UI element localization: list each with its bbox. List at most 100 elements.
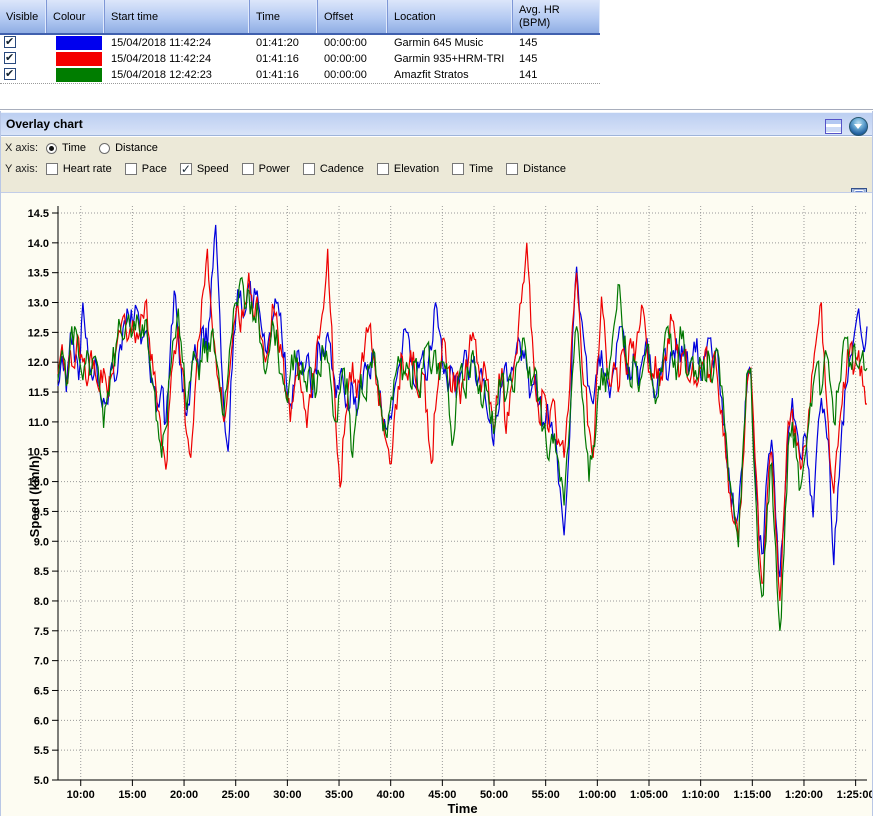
x-tick-label: 40:00 — [377, 789, 405, 801]
y-tick-label: 7.0 — [34, 656, 49, 668]
y-tick-label: 14.5 — [28, 208, 49, 220]
x-tick-label: 20:00 — [170, 789, 198, 801]
axis-controls: X axis: Time Distance Y axis: Heart rate… — [1, 137, 872, 192]
y-axis-option-heart-rate[interactable]: Heart rate — [46, 163, 112, 175]
x-tick-label: 50:00 — [480, 789, 508, 801]
x-tick-label: 1:00:00 — [578, 789, 616, 801]
y-tick-label: 6.5 — [34, 685, 49, 697]
cell-start-time: 15/04/2018 12:42:23 — [105, 68, 250, 82]
checkbox[interactable] — [303, 163, 315, 175]
column-header-location[interactable]: Location — [388, 0, 513, 33]
x-tick-label: 1:05:00 — [630, 789, 668, 801]
x-tick-label: 15:00 — [118, 789, 146, 801]
x-axis-row: X axis: Time Distance — [5, 142, 171, 154]
column-header-visible[interactable]: Visible — [0, 0, 47, 33]
cell-start-time: 15/04/2018 11:42:24 — [105, 36, 250, 50]
cell-time: 01:41:16 — [250, 68, 318, 82]
colour-swatch[interactable] — [56, 52, 102, 66]
colour-swatch[interactable] — [56, 36, 102, 50]
column-header-start-time[interactable]: Start time — [105, 0, 250, 33]
y-axis-option-pace[interactable]: Pace — [125, 163, 167, 175]
radio-button[interactable] — [46, 143, 57, 154]
x-tick-label: 1:25:00 — [837, 789, 872, 801]
y-tick-label: 6.0 — [34, 715, 49, 727]
column-header-avg-hr[interactable]: Avg. HR(BPM) — [513, 0, 600, 33]
table-header: Visible Colour Start time Time Offset Lo… — [0, 0, 600, 35]
overlay-chart-panel: Overlay chart X axis: Time Distance Y ax… — [0, 111, 873, 816]
column-header-colour[interactable]: Colour — [47, 0, 105, 33]
y-axis-title: Speed (km/h) — [27, 456, 42, 538]
radio-button[interactable] — [99, 143, 110, 154]
y-tick-label: 7.5 — [34, 626, 49, 638]
x-axis-option-distance[interactable]: Distance — [99, 142, 158, 154]
column-header-offset[interactable]: Offset — [318, 0, 388, 33]
x-tick-label: 1:10:00 — [682, 789, 720, 801]
x-axis-label: X axis: — [5, 142, 38, 154]
section-divider — [0, 109, 873, 110]
y-axis-option-elevation[interactable]: Elevation — [377, 163, 439, 175]
checkbox[interactable] — [242, 163, 254, 175]
cell-offset: 00:00:00 — [318, 52, 388, 66]
x-tick-label: 1:15:00 — [733, 789, 771, 801]
y-tick-label: 8.5 — [34, 566, 49, 578]
checkbox[interactable] — [46, 163, 58, 175]
x-tick-label: 25:00 — [222, 789, 250, 801]
table-row[interactable]: 15/04/2018 11:42:24 01:41:20 00:00:00 Ga… — [0, 35, 600, 52]
table-row[interactable]: 15/04/2018 12:42:23 01:41:16 00:00:00 Am… — [0, 67, 600, 84]
x-axis-title: Time — [447, 801, 477, 816]
y-tick-label: 13.5 — [28, 268, 49, 280]
y-tick-label: 11.5 — [28, 387, 49, 399]
checkbox[interactable] — [377, 163, 389, 175]
y-tick-label: 5.0 — [34, 775, 49, 787]
window-layout-icon[interactable] — [825, 119, 842, 134]
y-tick-label: 13.0 — [28, 298, 49, 310]
checkbox[interactable] — [452, 163, 464, 175]
cell-time: 01:41:16 — [250, 52, 318, 66]
collapse-panel-button[interactable] — [849, 117, 868, 136]
colour-swatch[interactable] — [56, 68, 102, 82]
checkbox[interactable] — [125, 163, 137, 175]
visible-checkbox[interactable] — [4, 68, 16, 80]
y-tick-label: 12.5 — [28, 327, 49, 339]
y-axis-row: Y axis: Heart rate Pace Speed Power Cade… — [5, 163, 579, 175]
table-row[interactable]: 15/04/2018 11:42:24 01:41:16 00:00:00 Ga… — [0, 51, 600, 68]
visible-checkbox[interactable] — [4, 36, 16, 48]
overlay-chart-titlebar: Overlay chart — [1, 112, 872, 136]
overlay-chart-canvas[interactable]: 5.05.56.06.57.07.58.08.59.09.510.010.511… — [1, 192, 872, 816]
y-axis-option-time[interactable]: Time — [452, 163, 493, 175]
checkbox[interactable] — [506, 163, 518, 175]
cell-location: Garmin 935+HRM-TRI — [388, 52, 513, 66]
checkbox[interactable] — [180, 163, 192, 175]
y-axis-option-cadence[interactable]: Cadence — [303, 163, 364, 175]
y-axis-option-power[interactable]: Power — [242, 163, 290, 175]
series-line-garmin-935-hrm-tri — [58, 243, 867, 601]
y-axis-label: Y axis: — [5, 163, 38, 175]
cell-location: Amazfit Stratos — [388, 68, 513, 82]
y-tick-label: 5.5 — [34, 745, 49, 757]
x-tick-label: 55:00 — [532, 789, 560, 801]
cell-offset: 00:00:00 — [318, 68, 388, 82]
y-axis-option-speed[interactable]: Speed — [180, 163, 229, 175]
cell-offset: 00:00:00 — [318, 36, 388, 50]
series-line-amazfit-stratos — [58, 278, 867, 631]
y-tick-label: 11.0 — [28, 417, 49, 429]
visible-checkbox[interactable] — [4, 52, 16, 64]
cell-time: 01:41:20 — [250, 36, 318, 50]
x-tick-label: 1:20:00 — [785, 789, 823, 801]
cell-start-time: 15/04/2018 11:42:24 — [105, 52, 250, 66]
column-header-time[interactable]: Time — [250, 0, 318, 33]
cell-avg-hr: 145 — [513, 36, 600, 50]
cell-location: Garmin 645 Music — [388, 36, 513, 50]
speed-chart: 5.05.56.06.57.07.58.08.59.09.510.010.511… — [1, 193, 872, 816]
y-tick-label: 12.0 — [28, 357, 49, 369]
x-axis-option-time[interactable]: Time — [46, 142, 86, 154]
y-tick-label: 14.0 — [28, 238, 49, 250]
cell-avg-hr: 145 — [513, 52, 600, 66]
cell-avg-hr: 141 — [513, 68, 600, 82]
y-axis-option-distance[interactable]: Distance — [506, 163, 566, 175]
y-tick-label: 8.0 — [34, 596, 49, 608]
x-tick-label: 10:00 — [67, 789, 95, 801]
panel-title: Overlay chart — [1, 117, 83, 131]
x-tick-label: 45:00 — [428, 789, 456, 801]
x-tick-label: 30:00 — [273, 789, 301, 801]
